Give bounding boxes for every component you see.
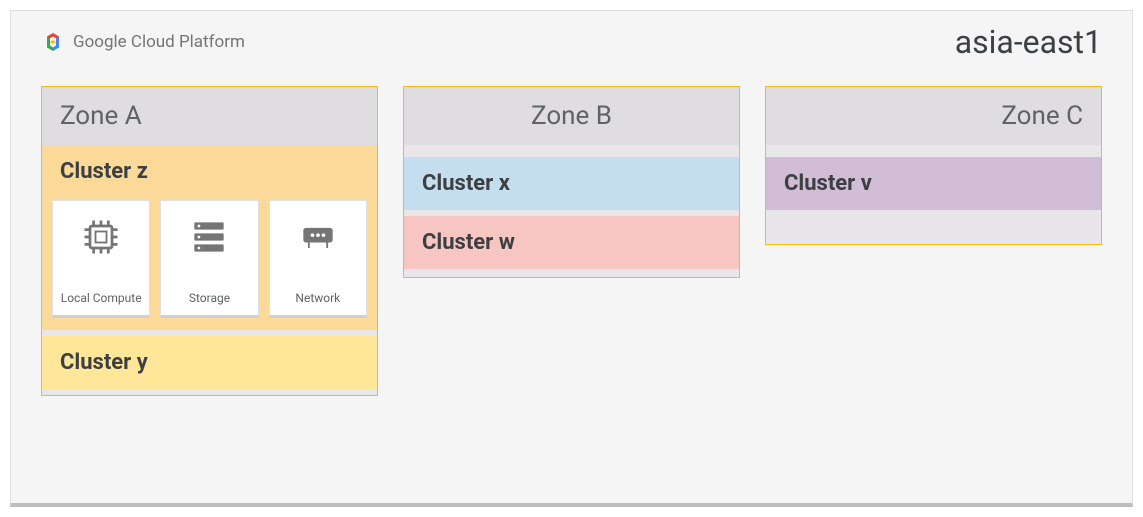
zone-b: Zone B Cluster x Cluster w — [403, 86, 740, 278]
gcp-hexagon-icon — [41, 30, 65, 54]
resource-storage: Storage — [160, 200, 258, 318]
region-container: Google Cloud Platform asia-east1 Zone A … — [10, 10, 1133, 507]
resource-network: Network — [269, 200, 367, 318]
zone-c: Zone C Cluster v — [765, 86, 1102, 245]
cluster-w: Cluster w — [404, 216, 739, 269]
region-header: Google Cloud Platform asia-east1 — [41, 23, 1102, 61]
resource-storage-label: Storage — [189, 291, 230, 305]
zone-b-header: Zone B — [404, 87, 739, 145]
gcp-logo: Google Cloud Platform — [41, 30, 245, 54]
cluster-y: Cluster y — [42, 336, 377, 389]
platform-name: Google Cloud Platform — [73, 32, 245, 52]
zone-c-spacer — [766, 210, 1101, 244]
zone-a-header: Zone A — [42, 87, 377, 145]
zones-row: Zone A Cluster z — [41, 86, 1102, 396]
storage-disks-icon — [185, 213, 233, 261]
resource-compute: Local Compute — [52, 200, 150, 318]
zone-b-spacer — [404, 269, 739, 277]
zone-c-header: Zone C — [766, 87, 1101, 145]
resources-row: Local Compute — [52, 200, 367, 318]
cpu-chip-icon — [77, 213, 125, 261]
resource-compute-label: Local Compute — [61, 291, 142, 305]
resource-network-label: Network — [295, 291, 340, 305]
cluster-v: Cluster v — [766, 157, 1101, 210]
cluster-x: Cluster x — [404, 157, 739, 210]
cluster-z-label: Cluster z — [52, 145, 367, 188]
cluster-z: Cluster z — [42, 145, 377, 330]
region-name: asia-east1 — [955, 23, 1102, 61]
zone-a: Zone A Cluster z — [41, 86, 378, 396]
network-port-icon — [294, 213, 342, 261]
